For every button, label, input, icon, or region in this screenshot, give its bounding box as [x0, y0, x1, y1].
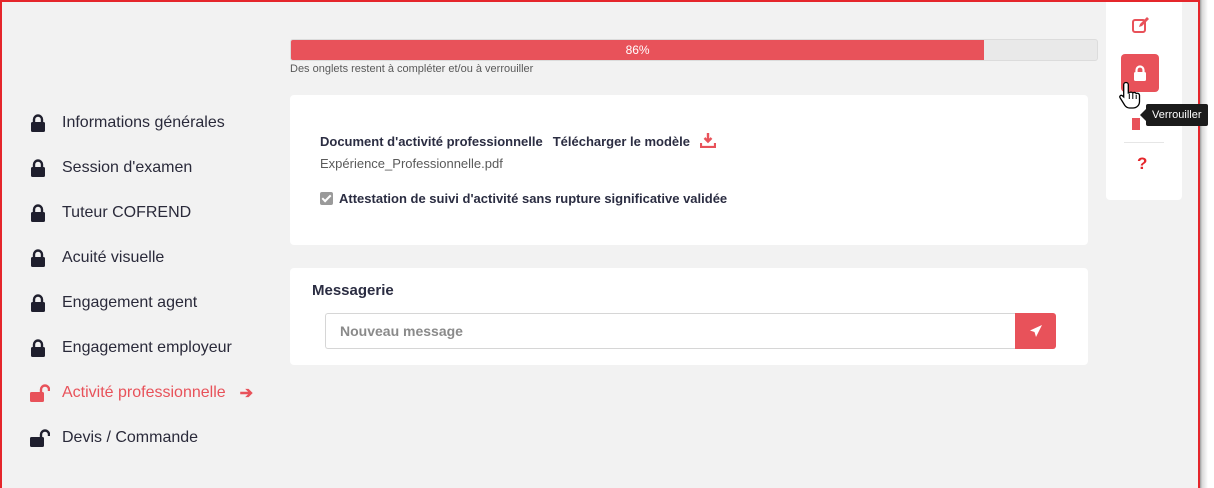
- sidebar-item-label: Acuité visuelle: [62, 248, 165, 266]
- uploaded-file-name[interactable]: Expérience_Professionnelle.pdf: [320, 156, 503, 171]
- sidebar-item-label: Session d'examen: [62, 158, 193, 176]
- progress-fill: 86%: [291, 40, 985, 60]
- new-message-input[interactable]: [325, 313, 1015, 349]
- sidebar-item-label: Informations générales: [62, 113, 225, 131]
- progress-bar: 86%: [290, 39, 1098, 61]
- checkbox-checked[interactable]: [320, 192, 333, 205]
- progress-caption: Des onglets restent à compléter et/ou à …: [290, 63, 534, 75]
- sidebar-item-tuteur-cofrend[interactable]: Tuteur COFREND: [30, 190, 280, 235]
- download-template-link[interactable]: Télécharger le modèle: [553, 134, 690, 149]
- sidebar-item-label: Engagement agent: [62, 293, 198, 311]
- hand-cursor-icon: [1118, 80, 1144, 115]
- paper-plane-icon: [1029, 325, 1042, 337]
- document-title: Document d'activité professionnelle: [320, 134, 543, 149]
- panel-divider: [1124, 142, 1164, 143]
- attestation-checkbox-row[interactable]: Attestation de suivi d'activité sans rup…: [320, 191, 727, 206]
- lock-icon: [30, 293, 46, 312]
- download-icon[interactable]: [699, 132, 717, 151]
- lock-icon: [30, 158, 46, 177]
- edit-icon[interactable]: [1132, 16, 1150, 39]
- sidebar-nav: Informations générales Session d'examen …: [30, 100, 280, 460]
- unlock-icon: [30, 428, 50, 447]
- sidebar-item-engagement-employeur[interactable]: Engagement employeur: [30, 325, 280, 370]
- lock-icon: [30, 203, 46, 222]
- sidebar-item-devis-commande[interactable]: Devis / Commande: [30, 415, 280, 460]
- lock-icon: [1134, 65, 1146, 81]
- lock-tooltip: Verrouiller: [1146, 104, 1208, 126]
- sidebar-item-informations-generales[interactable]: Informations générales: [30, 100, 280, 145]
- arrow-right-icon: ➔: [239, 384, 254, 402]
- document-title-row: Document d'activité professionnelle Télé…: [320, 132, 717, 151]
- sidebar-item-engagement-agent[interactable]: Engagement agent: [30, 280, 280, 325]
- lock-icon: [30, 248, 46, 267]
- sidebar-item-label: Devis / Commande: [62, 428, 199, 446]
- sidebar-item-session-examen[interactable]: Session d'examen: [30, 145, 280, 190]
- sidebar-item-acuite-visuelle[interactable]: Acuité visuelle: [30, 235, 280, 280]
- unlock-icon: [30, 383, 50, 402]
- sidebar-item-label: Engagement employeur: [62, 338, 232, 356]
- sidebar-item-label: Activité professionnelle: [62, 383, 226, 401]
- right-edge-shadow: [1200, 0, 1214, 488]
- attestation-label: Attestation de suivi d'activité sans rup…: [339, 191, 728, 206]
- messaging-title: Messagerie: [312, 282, 394, 299]
- messaging-card: Messagerie: [290, 268, 1088, 365]
- help-icon[interactable]: ?: [1137, 154, 1147, 174]
- pdf-icon[interactable]: [1132, 118, 1140, 130]
- lock-icon: [30, 113, 46, 132]
- document-card: Document d'activité professionnelle Télé…: [290, 95, 1088, 245]
- sidebar-item-label: Tuteur COFREND: [62, 203, 192, 221]
- lock-icon: [30, 338, 46, 357]
- sidebar-item-activite-professionnelle[interactable]: Activité professionnelle ➔: [30, 370, 280, 415]
- send-message-button[interactable]: [1015, 313, 1056, 349]
